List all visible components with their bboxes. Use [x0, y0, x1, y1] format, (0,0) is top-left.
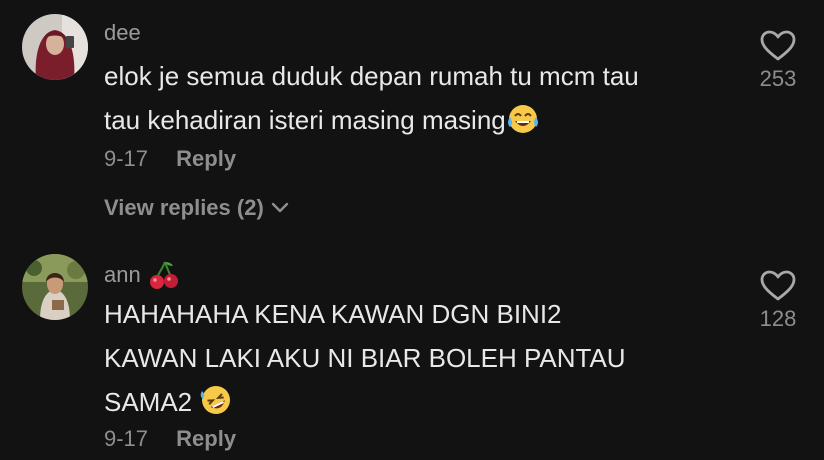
- chevron-down-icon: [271, 202, 288, 213]
- comment-text: elok je semua duduk depan rumah tu mcm t…: [104, 54, 734, 142]
- like-count: 128: [759, 306, 797, 331]
- comment-meta: 9-17 Reply: [104, 146, 236, 172]
- username[interactable]: ann: [104, 260, 179, 290]
- comment-text-line: elok je semua duduk depan rumah tu mcm t…: [104, 61, 639, 91]
- comment-text-segment: tau kehadiran isteri masing masing: [104, 105, 506, 135]
- comment-item: ann HAHAHAHA KENA KAWAN DGN BINI2 KAWAN …: [0, 240, 824, 460]
- comment-text-line: HAHAHAHA KENA KAWAN DGN BINI2: [104, 299, 562, 329]
- heart-icon[interactable]: [760, 30, 796, 62]
- reply-button[interactable]: Reply: [176, 426, 236, 451]
- avatar[interactable]: [22, 14, 88, 80]
- username[interactable]: dee: [104, 20, 141, 46]
- comment-text-line: SAMA2: [104, 380, 734, 424]
- username-text: dee: [104, 20, 141, 45]
- comment-meta: 9-17 Reply: [104, 426, 236, 452]
- tears-of-joy-emoji-icon: [507, 105, 538, 133]
- avatar-image: [22, 254, 88, 320]
- comment-date: 9-17: [104, 426, 149, 451]
- comment-text-line: KAWAN LAKI AKU NI BIAR BOLEH PANTAU: [104, 343, 626, 373]
- like-count: 253: [759, 66, 797, 91]
- comment-text-line: tau kehadiran isteri masing masing: [104, 98, 734, 142]
- username-text: ann: [104, 262, 141, 287]
- avatar-image: [22, 14, 88, 80]
- heart-icon[interactable]: [760, 270, 796, 302]
- view-replies-button[interactable]: View replies (2): [104, 195, 290, 221]
- like-control: 253: [748, 30, 808, 92]
- comment-date: 9-17: [104, 146, 149, 171]
- comment-text-segment: SAMA2: [104, 387, 193, 417]
- cherries-emoji-icon: [149, 261, 178, 289]
- like-control: 128: [748, 270, 808, 332]
- rolling-laughing-emoji-icon: [201, 386, 231, 414]
- view-replies-label: View replies (2): [104, 195, 264, 220]
- avatar[interactable]: [22, 254, 88, 320]
- comment-text: HAHAHAHA KENA KAWAN DGN BINI2 KAWAN LAKI…: [104, 292, 734, 424]
- reply-button[interactable]: Reply: [176, 146, 236, 171]
- comment-item: dee elok je semua duduk depan rumah tu m…: [0, 0, 824, 240]
